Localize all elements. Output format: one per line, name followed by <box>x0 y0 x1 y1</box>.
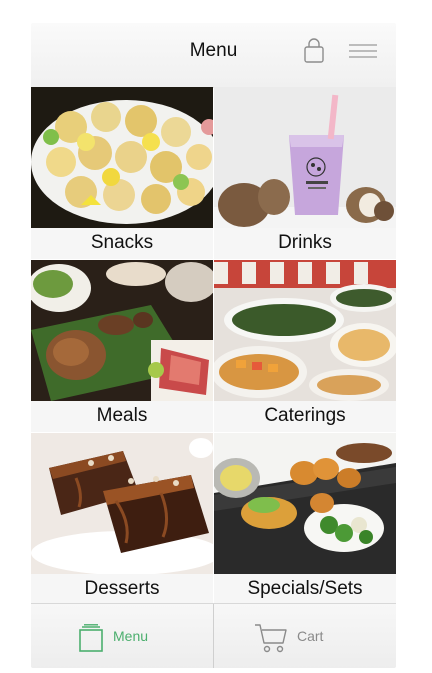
category-tile-desserts[interactable]: Desserts <box>31 433 213 605</box>
drinks-photo <box>214 87 396 228</box>
category-label: Meals <box>96 405 148 426</box>
tab-menu-label: Menu <box>113 628 149 644</box>
category-label: Desserts <box>84 578 160 599</box>
top-bar: Menu <box>31 23 396 88</box>
app-screen: Menu Snacks Drinks Meals Caterings Desse… <box>31 23 396 668</box>
page-title: Menu <box>189 40 238 61</box>
caterings-photo <box>214 260 396 401</box>
cart-icon <box>255 624 287 653</box>
desserts-photo <box>31 433 213 574</box>
category-tile-caterings[interactable]: Caterings <box>214 260 396 432</box>
category-label: Snacks <box>90 232 154 253</box>
bottom-tab-bar: Menu Cart <box>31 603 396 668</box>
category-label: Caterings <box>264 405 346 426</box>
tab-cart[interactable]: Cart <box>214 604 396 668</box>
category-label: Specials/Sets <box>247 578 363 599</box>
snacks-photo <box>31 87 213 228</box>
shopping-bag-icon[interactable] <box>303 38 325 64</box>
tab-cart-label: Cart <box>297 628 324 644</box>
category-label: Drinks <box>278 232 332 253</box>
hamburger-menu-icon[interactable] <box>349 43 377 59</box>
category-tile-specials-sets[interactable]: Specials/Sets <box>214 433 396 605</box>
specials-sets-photo <box>214 433 396 574</box>
menu-tab-icon <box>79 624 103 652</box>
meals-photo <box>31 260 213 401</box>
category-tile-meals[interactable]: Meals <box>31 260 213 432</box>
tab-menu[interactable]: Menu <box>31 604 213 668</box>
category-tile-snacks[interactable]: Snacks <box>31 87 213 259</box>
category-tile-drinks[interactable]: Drinks <box>214 87 396 259</box>
